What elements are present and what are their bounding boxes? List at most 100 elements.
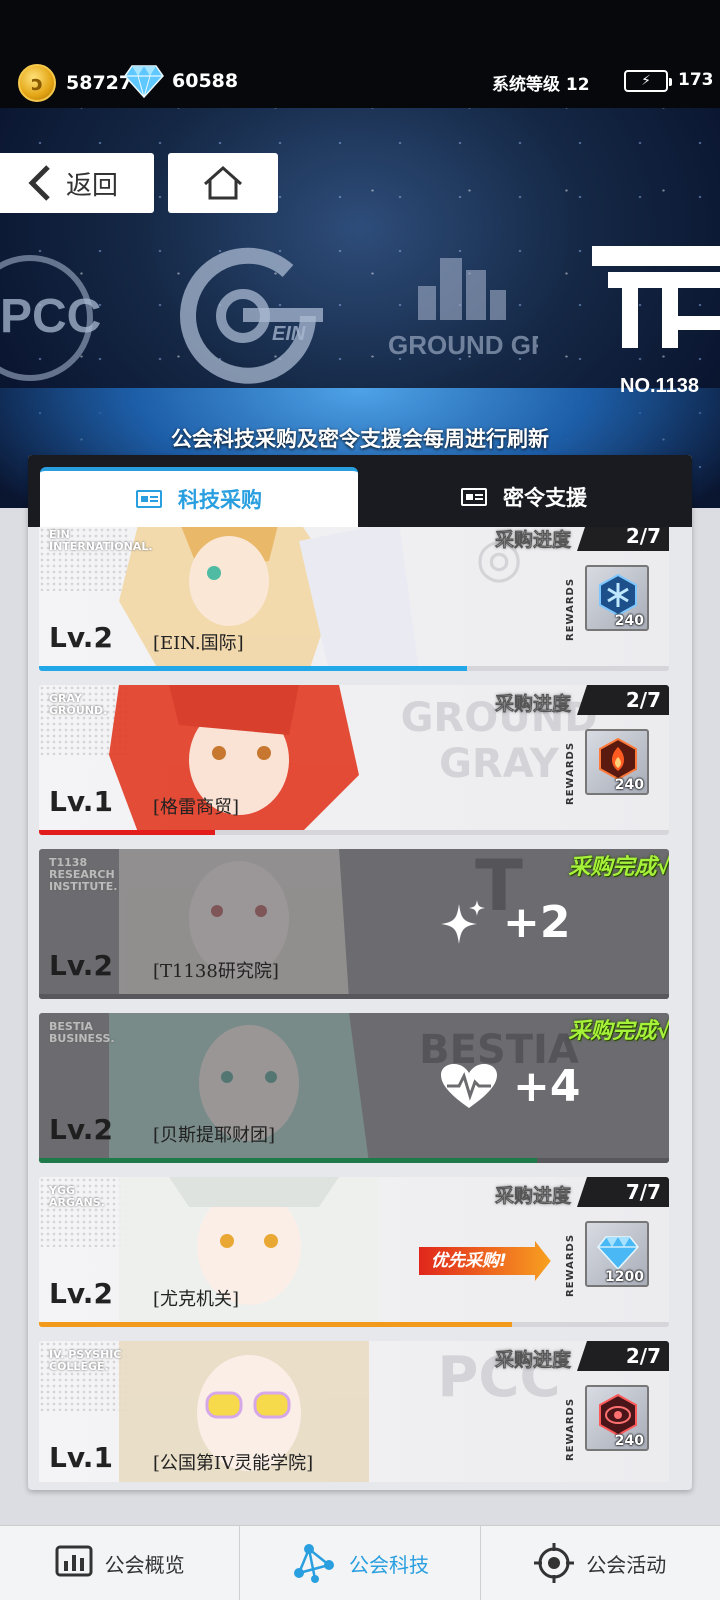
rewards-label: REWARDS bbox=[565, 741, 576, 805]
svg-text:EIN: EIN bbox=[272, 323, 306, 345]
faction-tag: BESTIA BUSINESS. bbox=[49, 1020, 115, 1045]
gem-currency[interactable]: 60588 bbox=[124, 64, 238, 98]
purchase-complete-badge: 采购完成√ bbox=[568, 1019, 669, 1044]
flame-gem-icon bbox=[599, 737, 637, 781]
faction-card-ein[interactable]: ◎ EIN INTERNATIONAL. Lv.2 [EIN.国际] 采购进度 … bbox=[39, 527, 669, 671]
faction-name: [公国第IV灵能学院] bbox=[153, 1453, 314, 1474]
chevron-left-icon bbox=[28, 165, 50, 201]
back-label: 返回 bbox=[65, 170, 118, 201]
faction-card-t1138[interactable]: T T1138 RESEARCH INSTITUTE. Lv.2 [T1138研… bbox=[39, 849, 669, 999]
tab-tech-purchase[interactable]: 科技采购 bbox=[40, 467, 358, 527]
tab-secret-support[interactable]: 密令支援 bbox=[368, 467, 680, 527]
reward-slot[interactable]: 1200 bbox=[585, 1221, 649, 1287]
reward-slot[interactable]: 240 bbox=[585, 1385, 649, 1451]
faction-level: Lv.1 bbox=[49, 1441, 113, 1474]
bonus-display: +4 bbox=[439, 1061, 580, 1112]
heartbeat-icon bbox=[441, 1063, 497, 1108]
svg-text:PCC: PCC bbox=[0, 290, 101, 343]
faction-tag: T1138 RESEARCH INSTITUTE. bbox=[49, 856, 118, 893]
reward-value: 1200 bbox=[605, 1269, 644, 1285]
faction-level: Lv.2 bbox=[49, 949, 113, 982]
bonus-display: +2 bbox=[439, 897, 570, 948]
faction-card-bestia[interactable]: BESTIA BESTIA BUSINESS. Lv.2 [贝斯提耶财团] 采购… bbox=[39, 1013, 669, 1163]
header-banner: 返回 PCC EIN GROUND GRAY bbox=[0, 108, 720, 508]
faction-name: [EIN.国际] bbox=[153, 633, 244, 654]
faction-name: [尤克机关] bbox=[153, 1289, 240, 1310]
progress-bar bbox=[39, 1322, 512, 1327]
faction-tag: GRAY GROUND. bbox=[49, 692, 108, 717]
reward-value: 240 bbox=[614, 1433, 644, 1449]
bottom-nav: 公会概览 公会科技 公会活动 bbox=[0, 1525, 720, 1600]
faction-level: Lv.2 bbox=[49, 1277, 113, 1310]
faction-name: [格雷商贸] bbox=[153, 797, 240, 818]
reward-value: 240 bbox=[614, 613, 644, 629]
faction-name: [T1138研究院] bbox=[153, 961, 279, 982]
faction-card-psyshic-college[interactable]: PCC IV. PSYSHIC COLLEGE. Lv.1 [公国第IV灵能学院… bbox=[39, 1341, 669, 1482]
gold-amount: 58727 bbox=[66, 72, 133, 94]
status-bar: ↄ 58727 60588 系统等级 12 ⚡ 173 bbox=[0, 0, 720, 108]
faction-tag: IV. PSYSHIC COLLEGE. bbox=[49, 1348, 122, 1373]
svg-text:GROUND GRAY: GROUND GRAY bbox=[388, 330, 538, 360]
faction-tag: YGG ARGANS. bbox=[49, 1184, 105, 1209]
faction-card-ygg[interactable]: YGG ARGANS. Lv.2 [尤克机关] 优先采购! 采购进度 7/7 R… bbox=[39, 1177, 669, 1327]
card-icon bbox=[136, 490, 162, 508]
progress-bar bbox=[39, 1158, 537, 1163]
nav-label: 公会概览 bbox=[104, 1552, 185, 1577]
snowflake-gem-icon bbox=[599, 573, 637, 617]
tech-panel: 科技采购 密令支援 ◎ EIN INTERNATIONAL. Lv.2 [EIN… bbox=[28, 455, 692, 1490]
eye-gem-icon bbox=[599, 1393, 637, 1437]
progress-label: 采购进度 bbox=[494, 529, 572, 552]
priority-purchase-badge: 优先采购! bbox=[419, 1241, 551, 1281]
rewards-label: REWARDS bbox=[565, 577, 576, 641]
system-level: 系统等级 12 bbox=[492, 75, 590, 95]
home-icon bbox=[204, 165, 242, 200]
back-button[interactable]: 返回 bbox=[0, 153, 154, 213]
reward-slot[interactable]: 240 bbox=[585, 565, 649, 631]
svg-text:NO.1138: NO.1138 bbox=[620, 375, 699, 397]
ground-gray-logo: GROUND GRAY bbox=[388, 246, 584, 390]
faction-name: [贝斯提耶财团] bbox=[153, 1125, 276, 1146]
faction-list[interactable]: ◎ EIN INTERNATIONAL. Lv.2 [EIN.国际] 采购进度 … bbox=[39, 527, 669, 1482]
target-icon bbox=[534, 1543, 575, 1583]
pcc-logo: PCC bbox=[0, 248, 110, 392]
progress-bar bbox=[39, 666, 468, 671]
progress-label: 采购进度 bbox=[494, 693, 572, 716]
refresh-notice: 公会科技采购及密令支援会每周进行刷新 bbox=[171, 427, 549, 451]
nav-guild-tech[interactable]: 公会科技 bbox=[240, 1526, 481, 1600]
bonus-value: +2 bbox=[503, 897, 571, 948]
t1138-logo: NO.1138 bbox=[592, 238, 720, 402]
progress-count: 2/7 bbox=[577, 1341, 669, 1371]
progress-label: 采购进度 bbox=[494, 1349, 572, 1372]
progress-count: 2/7 bbox=[577, 685, 669, 715]
progress-count: 2/7 bbox=[577, 527, 669, 551]
nav-guild-overview[interactable]: 公会概览 bbox=[0, 1526, 241, 1600]
progress-track bbox=[39, 994, 669, 999]
home-button[interactable] bbox=[168, 153, 278, 213]
faction-level: Lv.2 bbox=[49, 1113, 113, 1146]
sparkle-icon bbox=[441, 899, 485, 944]
diamond-icon bbox=[124, 65, 164, 98]
ein-logo: EIN bbox=[168, 236, 328, 400]
tab-label: 密令支援 bbox=[503, 486, 587, 510]
bonus-value: +4 bbox=[513, 1061, 581, 1112]
tab-label: 科技采购 bbox=[178, 488, 262, 512]
faction-level: Lv.1 bbox=[49, 785, 113, 818]
energy-icon: ⚡ bbox=[624, 70, 672, 92]
purchase-complete-badge: 采购完成√ bbox=[568, 855, 669, 880]
energy-amount: 173 bbox=[678, 70, 714, 90]
reward-slot[interactable]: 240 bbox=[585, 729, 649, 795]
gold-currency[interactable]: ↄ 58727 bbox=[18, 64, 132, 102]
tab-bar: 科技采购 密令支援 bbox=[28, 455, 692, 527]
nav-guild-activity[interactable]: 公会活动 bbox=[481, 1526, 720, 1600]
rewards-label: REWARDS bbox=[565, 1397, 576, 1461]
reward-value: 240 bbox=[614, 777, 644, 793]
card-icon bbox=[461, 488, 487, 506]
gold-coin-icon: ↄ bbox=[18, 64, 56, 102]
gem-amount: 60588 bbox=[172, 70, 239, 92]
diamond-icon bbox=[597, 1236, 639, 1271]
nav-label: 公会活动 bbox=[586, 1552, 667, 1577]
faction-card-gray-ground[interactable]: GROUND GRAY GRAY GROUND. Lv.1 [格雷商贸] 采购进度… bbox=[39, 685, 669, 835]
faction-level: Lv.2 bbox=[49, 621, 113, 654]
progress-count: 7/7 bbox=[577, 1177, 669, 1207]
chart-icon bbox=[55, 1545, 93, 1577]
